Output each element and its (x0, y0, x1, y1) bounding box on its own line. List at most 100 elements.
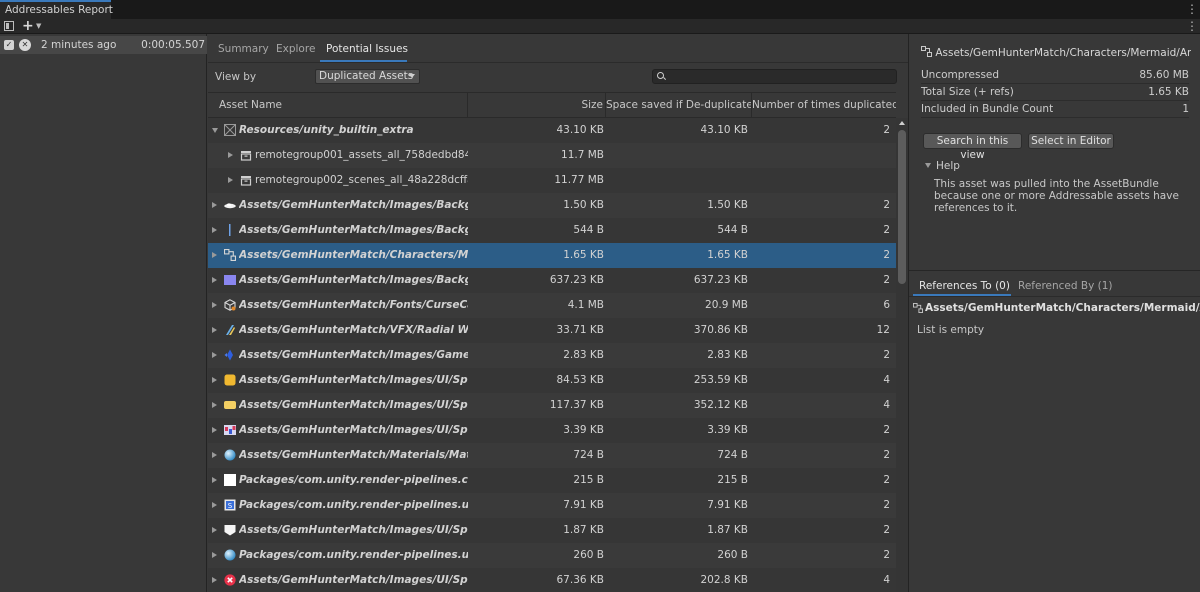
table-row[interactable]: Assets/GemHunterMatch/Fonts/CurseCasual/… (208, 293, 896, 318)
table-row[interactable]: Assets/GemHunterMatch/VFX/Radial Wrap/Ra… (208, 318, 896, 343)
table-row[interactable]: S Packages/com.unity.render-pipelines.uni… (208, 493, 896, 518)
stat-label: Uncompressed (921, 69, 1000, 81)
divider (208, 62, 908, 63)
asset-size: 1.50 KB (563, 199, 604, 211)
selected-asset-title: Assets/GemHunterMatch/Characters/Mermaid… (921, 46, 1191, 59)
stat-value: 1 (1182, 103, 1189, 115)
column-header-duplicate-count[interactable]: Number of times duplicated (752, 93, 896, 117)
asset-size: 215 B (573, 474, 604, 486)
search-icon (657, 72, 664, 79)
table-row[interactable]: Assets/GemHunterMatch/Images/Background/… (208, 218, 896, 243)
foldout-closed-icon[interactable] (212, 402, 217, 408)
table-row[interactable]: Packages/com.unity.render-pipelines.univ… (208, 543, 896, 568)
asset-name: Assets/GemHunterMatch/Images/UI/Sprite_L… (239, 374, 468, 386)
table-row[interactable]: Assets/GemHunterMatch/Images/UI/Sprite_G… (208, 418, 896, 443)
svg-text:S: S (228, 502, 233, 510)
foldout-arrow-icon[interactable] (925, 163, 931, 168)
column-header-asset-name[interactable]: Asset Name (208, 93, 468, 117)
space-saved: 202.8 KB (700, 574, 749, 586)
tab-explore[interactable]: Explore (276, 43, 315, 55)
asset-name: Assets/GemHunterMatch/Images/Gameplay pi… (239, 349, 468, 361)
report-list-item[interactable]: ✓ ✕ 2 minutes ago 0:00:05.507 (0, 36, 207, 54)
duplicate-count (768, 168, 890, 193)
foldout-closed-icon[interactable] (212, 502, 217, 508)
foldout-open-icon[interactable] (212, 128, 218, 133)
foldout-closed-icon[interactable] (212, 377, 217, 383)
table-row[interactable]: Assets/GemHunterMatch/Images/UI/Sprite_L… (208, 368, 896, 393)
checkmark-icon[interactable]: ✓ (4, 40, 14, 50)
asset-name: Assets/GemHunterMatch/Images/UI/Sprite_A… (239, 524, 468, 536)
foldout-closed-icon[interactable] (228, 177, 233, 183)
tab-summary[interactable]: Summary (218, 43, 269, 55)
duplicate-count: 2 (883, 474, 890, 486)
search-in-view-button[interactable]: Search in this view (923, 133, 1022, 161)
foldout-closed-icon[interactable] (212, 227, 217, 233)
asset-size: 1.65 KB (563, 249, 604, 261)
add-report-button[interactable]: + (22, 19, 34, 33)
view-by-dropdown[interactable]: Duplicated Assets (315, 69, 420, 84)
duplicates-table: Resources/unity_builtin_extra 43.10 KB 43.… (208, 118, 896, 592)
asset-size: 2.83 KB (563, 349, 604, 361)
duplicate-count: 12 (876, 324, 890, 336)
chevron-down-icon[interactable]: ▼ (36, 22, 41, 30)
help-foldout[interactable]: Help (936, 160, 960, 172)
table-row[interactable]: Assets/GemHunterMatch/Images/UI/Sprite_A… (208, 518, 896, 543)
table-row[interactable]: Packages/com.unity.render-pipelines.core… (208, 468, 896, 493)
table-row[interactable]: remotegroup001_assets_all_758dedbd848a55… (208, 143, 896, 168)
foldout-closed-icon[interactable] (212, 277, 217, 283)
level-sprite-icon (224, 374, 236, 386)
table-header: Asset Name Size Space saved if De-duplic… (208, 92, 896, 118)
tab-references-to[interactable]: References To (0) (919, 280, 1010, 292)
scrollbar-thumb[interactable] (898, 130, 906, 284)
foldout-closed-icon[interactable] (212, 452, 217, 458)
table-row[interactable]: Assets/GemHunterMatch/Images/Gameplay pi… (208, 343, 896, 368)
stat-value: 1.65 KB (1148, 86, 1189, 98)
table-row[interactable]: Assets/GemHunterMatch/Characters/Mermaid… (208, 243, 896, 268)
foldout-closed-icon[interactable] (212, 427, 217, 433)
asset-name: Assets/GemHunterMatch/VFX/Radial Wrap/Ra… (239, 324, 468, 336)
stat-label: Total Size (+ refs) (921, 86, 1014, 98)
table-row[interactable]: remotegroup002_scenes_all_48a228dcffa241… (208, 168, 896, 193)
foldout-closed-icon[interactable] (212, 327, 217, 333)
table-row[interactable]: Assets/GemHunterMatch/Images/UI/Sprite_C… (208, 568, 896, 592)
foldout-closed-icon[interactable] (212, 202, 217, 208)
toolbar-menu-icon[interactable]: ⋮ (1186, 19, 1198, 33)
duplicate-count: 2 (883, 249, 890, 261)
column-header-space-saved[interactable]: Space saved if De-duplicated (606, 93, 752, 117)
space-saved: 20.9 MB (705, 299, 748, 311)
asset-size: 260 B (573, 549, 604, 561)
foldout-closed-icon[interactable] (228, 152, 233, 158)
tab-potential-issues[interactable]: Potential Issues (326, 43, 408, 55)
win-sprite-icon (224, 399, 236, 411)
tab-referenced-by[interactable]: Referenced By (1) (1018, 280, 1113, 292)
gameplay-sprite-icon (224, 349, 236, 361)
asset-size: 117.37 KB (549, 399, 604, 411)
asset-size: 11.7 MB (561, 149, 604, 161)
foldout-closed-icon[interactable] (212, 302, 217, 308)
sidebar-toggle-icon[interactable] (4, 21, 14, 31)
column-header-size[interactable]: Size (468, 93, 606, 117)
table-row[interactable]: Resources/unity_builtin_extra 43.10 KB 43.… (208, 118, 896, 143)
table-row[interactable]: Assets/GemHunterMatch/Images/Background/… (208, 268, 896, 293)
table-row[interactable]: Assets/GemHunterMatch/Images/Background/… (208, 193, 896, 218)
space-saved: 637.23 KB (693, 274, 748, 286)
foldout-closed-icon[interactable] (212, 252, 217, 258)
animator-controller-icon (921, 46, 932, 57)
window-tab[interactable]: Addressables Report (0, 0, 113, 19)
select-in-editor-button[interactable]: Select in Editor (1028, 133, 1114, 149)
asset-name: Assets/GemHunterMatch/Images/Background/ (239, 274, 468, 286)
table-row[interactable]: Assets/GemHunterMatch/Images/UI/Sprite_W… (208, 393, 896, 418)
foldout-closed-icon[interactable] (212, 552, 217, 558)
foldout-closed-icon[interactable] (212, 527, 217, 533)
reference-asset-path[interactable]: Assets/GemHunterMatch/Characters/Mermaid… (925, 302, 1200, 314)
asset-size: 3.39 KB (563, 424, 604, 436)
search-input[interactable] (652, 69, 897, 84)
foldout-closed-icon[interactable] (212, 577, 217, 583)
vertical-scrollbar[interactable] (896, 118, 908, 592)
scroll-up-arrow-icon[interactable] (899, 121, 905, 125)
kebab-menu-icon[interactable]: ⋮ (1186, 2, 1198, 16)
foldout-closed-icon[interactable] (212, 477, 217, 483)
table-row[interactable]: Assets/GemHunterMatch/Materials/Material… (208, 443, 896, 468)
foldout-closed-icon[interactable] (212, 352, 217, 358)
asset-size: 544 B (573, 224, 604, 236)
